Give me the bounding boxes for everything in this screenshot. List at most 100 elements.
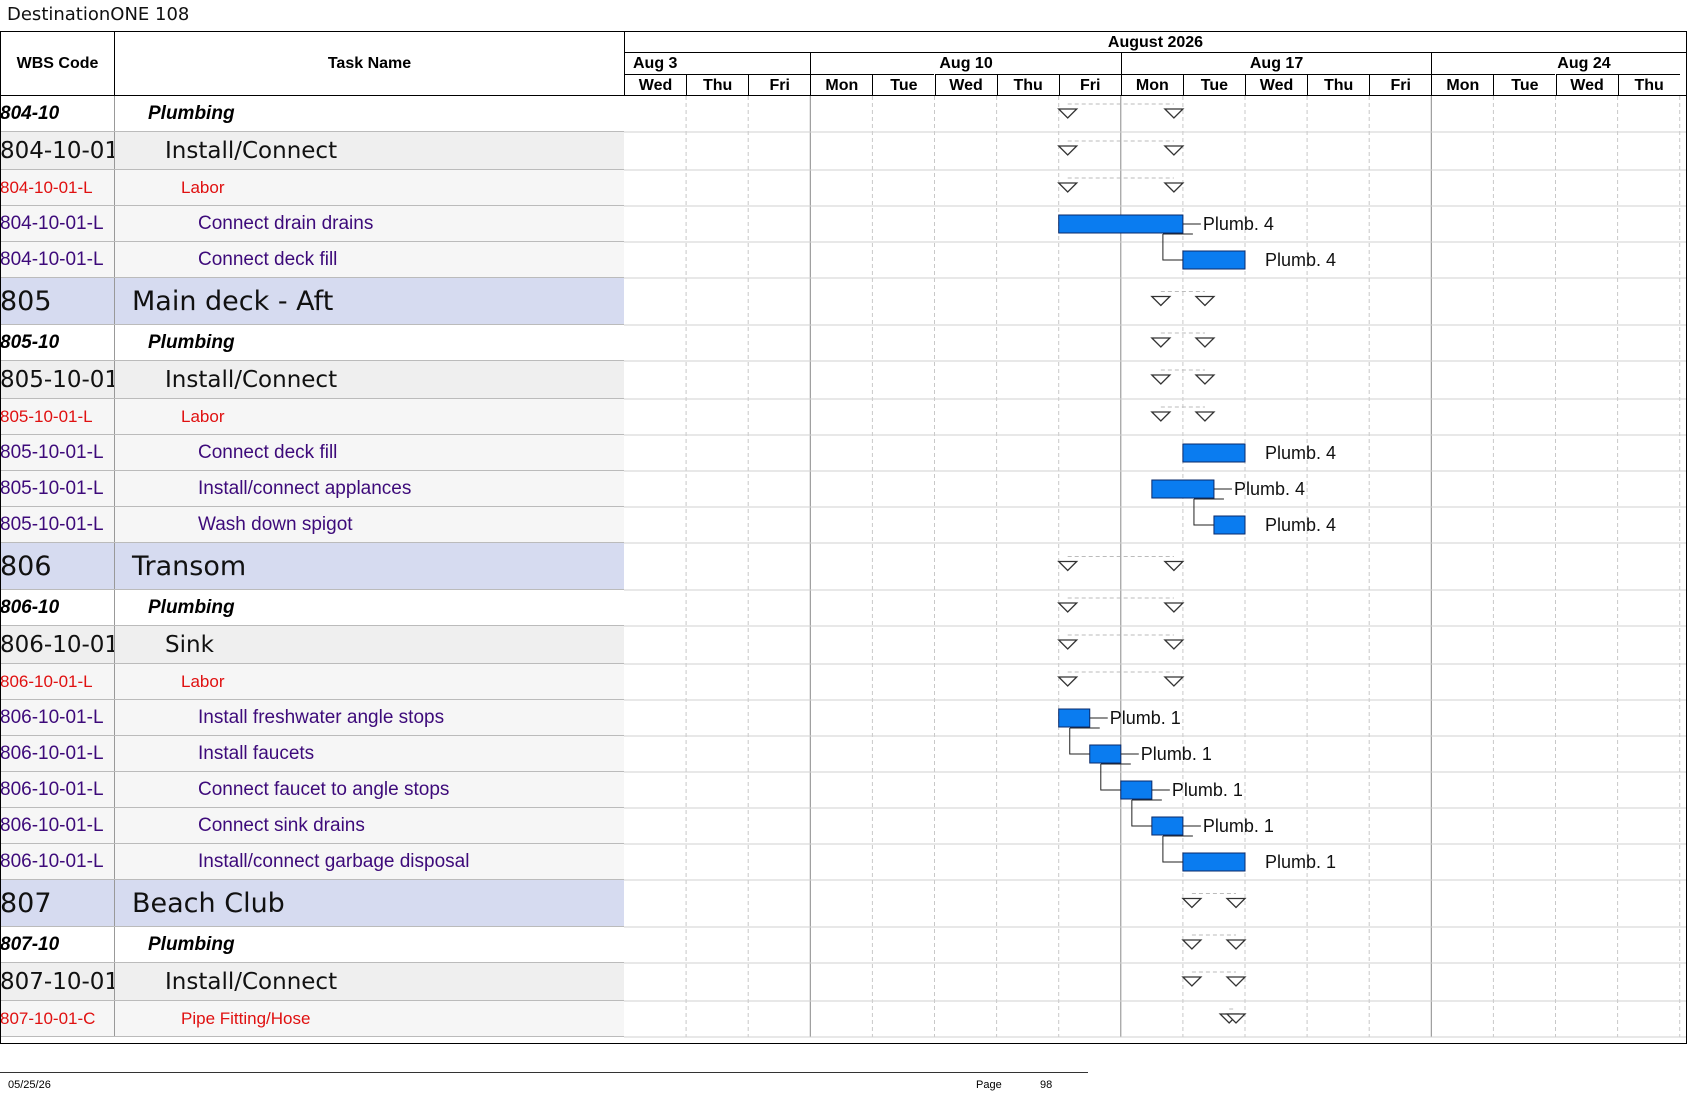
task-row[interactable]: 805-10-01-L Connect deck fill xyxy=(0,435,624,471)
resource-label: Plumb. 1 xyxy=(1110,708,1181,728)
task-bar xyxy=(1058,708,1091,728)
task-name: Labor xyxy=(181,671,225,691)
timescale-day: Tue xyxy=(1182,74,1245,96)
wbs-code: 807-10-01 xyxy=(0,963,115,1000)
task-row[interactable]: 805-10-01-L Wash down spigot xyxy=(0,507,624,543)
summary-marker-icon xyxy=(1163,108,1185,119)
dependency-link xyxy=(1193,499,1214,526)
summary-marker-icon xyxy=(1225,897,1247,909)
task-name: Connect faucet to angle stops xyxy=(198,778,450,800)
summary-marker-icon xyxy=(1057,602,1079,613)
task-row[interactable]: 805-10-01-L Labor xyxy=(0,399,624,435)
task-name: Pipe Fitting/Hose xyxy=(181,1008,311,1028)
timescale-week: Aug 3 xyxy=(624,52,811,74)
task-row[interactable]: 807 Beach Club xyxy=(0,880,624,927)
task-name: Plumbing xyxy=(148,102,235,124)
summary-marker-icon xyxy=(1150,337,1172,348)
timescale-week: Aug 17 xyxy=(1120,52,1432,74)
task-row[interactable]: 806-10-01-L Install freshwater angle stop… xyxy=(0,700,624,736)
task-row[interactable]: 804-10 Plumbing xyxy=(0,96,624,132)
task-row[interactable]: 804-10-01-L Labor xyxy=(0,170,624,206)
summary-marker-icon xyxy=(1163,182,1185,193)
task-name: Install/Connect xyxy=(165,137,338,164)
resource-label: Plumb. 4 xyxy=(1203,214,1274,234)
task-row[interactable]: 807-10-01 Install/Connect xyxy=(0,963,624,1001)
wbs-code: 805 xyxy=(0,278,115,324)
task-row[interactable]: 807-10-01-C Pipe Fitting/Hose xyxy=(0,1001,624,1037)
task-row[interactable]: 806 Transom xyxy=(0,543,624,590)
summary-marker-icon xyxy=(1181,939,1203,950)
summary-marker-icon xyxy=(1150,411,1172,422)
task-row[interactable]: 804-10-01-L Connect deck fill xyxy=(0,242,624,278)
wbs-code: 804-10-01-L xyxy=(0,206,115,241)
resource-label: Plumb. 4 xyxy=(1265,443,1336,463)
summary-marker-icon xyxy=(1057,145,1079,156)
wbs-code: 805-10 xyxy=(0,325,115,360)
task-row[interactable]: 805-10-01-L Install/connect applances xyxy=(0,471,624,507)
wbs-code: 806-10-01-L xyxy=(0,772,115,807)
timescale-day: Mon xyxy=(1431,74,1494,96)
timescale-week: Aug 10 xyxy=(810,52,1121,74)
task-name: Install/connect applances xyxy=(198,477,412,499)
summary-marker-icon xyxy=(1057,676,1079,687)
task-bar xyxy=(1151,479,1215,499)
task-bar xyxy=(1058,214,1184,234)
dependency-link xyxy=(1131,800,1152,827)
task-row[interactable]: 804-10-01-L Connect drain drains xyxy=(0,206,624,242)
task-column-header[interactable]: Task Name xyxy=(115,31,625,96)
task-name: Plumbing xyxy=(148,596,235,618)
wbs-code: 805-10-01-L xyxy=(0,435,115,470)
timescale-day: Tue xyxy=(1493,74,1556,96)
task-name: Install freshwater angle stops xyxy=(198,706,445,728)
timescale-day: Wed xyxy=(1555,74,1618,96)
task-row[interactable]: 806-10-01-L Install/connect garbage dispo… xyxy=(0,844,624,880)
resource-label: Plumb. 4 xyxy=(1265,250,1336,270)
resource-label: Plumb. 4 xyxy=(1265,515,1336,535)
timescale-day: Mon xyxy=(810,74,873,96)
task-row[interactable]: 806-10 Plumbing xyxy=(0,590,624,626)
wbs-code: 807 xyxy=(0,880,115,926)
task-row[interactable]: 805 Main deck - Aft xyxy=(0,278,624,325)
wbs-code: 805-10-01-L xyxy=(0,471,115,506)
task-name: Install/Connect xyxy=(165,968,338,995)
summary-marker-icon xyxy=(1181,976,1203,987)
task-column-header-label: Task Name xyxy=(327,54,412,72)
wbs-code: 806-10-01-L xyxy=(0,844,115,879)
timescale-day: Fri xyxy=(748,74,811,96)
timescale-day: Mon xyxy=(1120,74,1183,96)
task-row[interactable]: 806-10-01-L Connect faucet to angle stops xyxy=(0,772,624,808)
wbs-code: 806-10 xyxy=(0,590,115,625)
task-row[interactable]: 806-10-01-L Labor xyxy=(0,664,624,700)
summary-marker-icon xyxy=(1194,411,1216,422)
task-name: Labor xyxy=(181,406,225,426)
task-bar xyxy=(1182,443,1246,463)
task-name: Install/Connect xyxy=(165,366,338,393)
task-name: Connect deck fill xyxy=(198,248,338,270)
timescale-day: Wed xyxy=(934,74,997,96)
task-row[interactable]: 807-10 Plumbing xyxy=(0,927,624,963)
task-row[interactable]: 806-10-01 Sink xyxy=(0,626,624,664)
resource-label: Plumb. 4 xyxy=(1234,479,1305,499)
resource-label: Plumb. 1 xyxy=(1265,852,1336,872)
timescale-day: Thu xyxy=(996,74,1059,96)
wbs-code: 804-10-01 xyxy=(0,132,115,169)
task-row[interactable]: 804-10-01 Install/Connect xyxy=(0,132,624,170)
wbs-code: 806-10-01-L xyxy=(0,808,115,843)
task-name: Main deck - Aft xyxy=(132,285,334,317)
wbs-code: 806-10-01 xyxy=(0,626,115,663)
timescale-day: Thu xyxy=(1307,74,1370,96)
footer-page-number: 98 xyxy=(1040,1079,1053,1091)
task-name: Labor xyxy=(181,177,225,197)
task-row[interactable]: 806-10-01-L Connect sink drains xyxy=(0,808,624,844)
summary-marker-icon xyxy=(1057,639,1079,650)
summary-marker-icon xyxy=(1163,602,1185,613)
task-row[interactable]: 805-10 Plumbing xyxy=(0,325,624,361)
wbs-column-header[interactable]: WBS Code xyxy=(0,31,115,96)
timescale-day: Fri xyxy=(1058,74,1121,96)
task-row[interactable]: 806-10-01-L Install faucets xyxy=(0,736,624,772)
wbs-code: 804-10-01-L xyxy=(0,170,115,205)
task-name: Connect drain drains xyxy=(198,212,374,234)
task-name: Plumbing xyxy=(148,331,235,353)
timescale-day: Tue xyxy=(872,74,935,96)
task-row[interactable]: 805-10-01 Install/Connect xyxy=(0,361,624,399)
